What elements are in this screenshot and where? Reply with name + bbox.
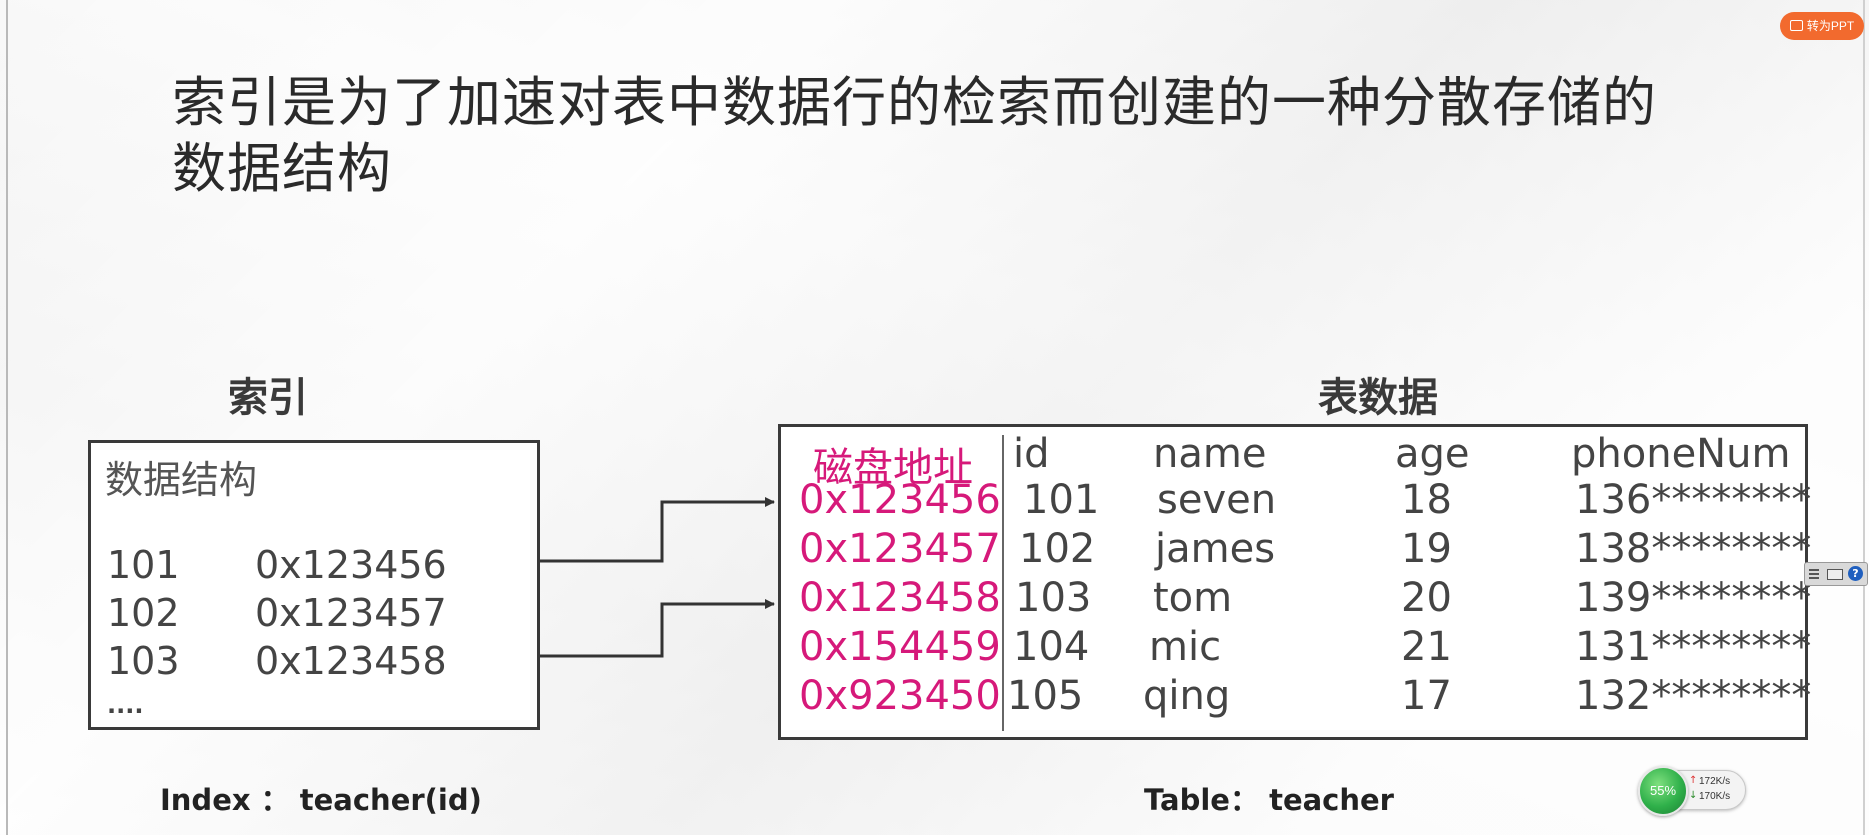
column-header-name: name [1153, 431, 1267, 477]
cell-id: 103 [1015, 575, 1092, 621]
cell-age: 17 [1401, 673, 1452, 719]
cell-age: 18 [1401, 477, 1452, 523]
cell-name: mic [1149, 624, 1222, 670]
download-speed: 170K/s [1699, 791, 1731, 802]
disk-address: 0x123458 [799, 575, 1001, 621]
cell-age: 21 [1401, 624, 1452, 670]
help-icon[interactable]: ? [1848, 566, 1863, 581]
index-caption: Index ： teacher(id) [160, 783, 482, 817]
upload-speed: 172K/s [1699, 776, 1731, 787]
cell-phone: 139******** [1575, 575, 1812, 621]
disk-address: 0x123457 [799, 526, 1001, 572]
cell-age: 20 [1401, 575, 1452, 621]
cell-name: tom [1153, 575, 1233, 621]
arrow-row-101 [540, 497, 775, 563]
table-data-box: 磁盘地址 0x123456 0x123457 0x123458 0x154459… [778, 424, 1812, 740]
cell-id: 102 [1019, 526, 1096, 572]
cell-phone: 136******** [1575, 477, 1812, 523]
cell-phone: 138******** [1575, 526, 1812, 572]
cell-name: qing [1143, 673, 1231, 719]
side-toolbar[interactable]: ? [1804, 562, 1868, 586]
column-header-age: age [1395, 431, 1470, 477]
memory-usage-ball[interactable]: 55% [1638, 766, 1688, 816]
column-header-phone: phoneNum [1571, 431, 1791, 477]
grip-icon[interactable] [1809, 568, 1819, 579]
disk-address: 0x154459 [799, 624, 1001, 670]
disk-address: 0x923450 [799, 673, 1001, 719]
column-header-id: id [1013, 431, 1050, 477]
cell-id: 105 [1007, 673, 1084, 719]
cell-name: seven [1157, 477, 1277, 523]
arrow-row-103 [540, 599, 775, 658]
cell-phone: 132******** [1575, 673, 1812, 719]
keyboard-icon[interactable] [1827, 569, 1843, 580]
address-column-divider [1002, 435, 1004, 731]
upload-arrow-icon: ↑ [1689, 775, 1698, 786]
cell-age: 19 [1401, 526, 1452, 572]
download-arrow-icon: ↓ [1689, 790, 1698, 801]
cell-phone: 131******** [1575, 624, 1812, 670]
cell-name: james [1155, 526, 1276, 572]
cell-id: 101 [1023, 477, 1100, 523]
cell-id: 104 [1013, 624, 1090, 670]
disk-address: 0x123456 [799, 477, 1001, 523]
table-caption: Table： teacher [1144, 783, 1394, 817]
